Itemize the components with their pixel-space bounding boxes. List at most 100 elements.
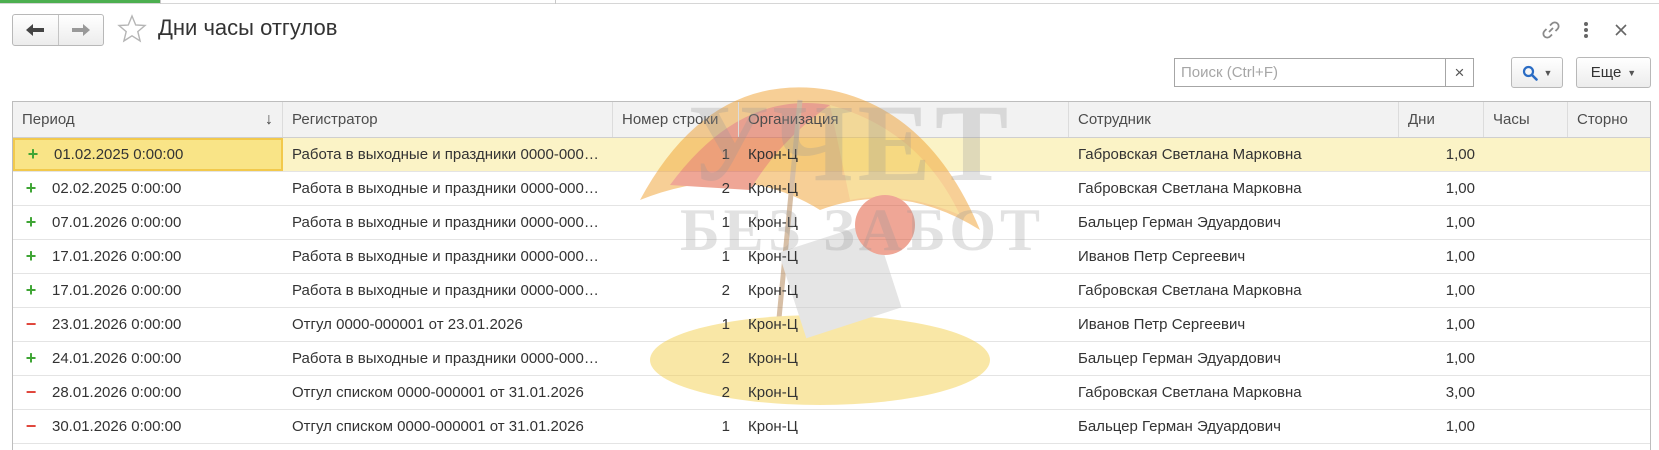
cell-hours[interactable]	[1484, 342, 1568, 375]
close-icon[interactable]	[1609, 18, 1633, 42]
search-input[interactable]	[1175, 59, 1445, 86]
cell-organization[interactable]: Крон-Ц	[739, 376, 1069, 409]
table-row[interactable]: +24.01.2026 0:00:00 Работа в выходные и п…	[13, 342, 1650, 376]
table-row[interactable]: +02.02.2025 0:00:00 Работа в выходные и п…	[13, 172, 1650, 206]
cell-employee[interactable]: Бальцер Герман Эдуардович	[1069, 206, 1399, 239]
cell-storno[interactable]	[1568, 172, 1650, 205]
table-row[interactable]: +17.01.2026 0:00:00 Работа в выходные и п…	[13, 274, 1650, 308]
cell-period[interactable]: −30.01.2026 0:00:00	[13, 410, 283, 443]
cell-hours[interactable]	[1484, 274, 1568, 307]
column-header-days[interactable]: Дни	[1399, 102, 1484, 137]
cell-period[interactable]: +01.02.2025 0:00:00	[13, 138, 283, 171]
cell-employee[interactable]: Габровская Светлана Марковна	[1069, 274, 1399, 307]
cell-registrar[interactable]: Работа в выходные и праздники 0000-00000…	[283, 206, 613, 239]
cell-organization[interactable]: Крон-Ц	[739, 172, 1069, 205]
more-vertical-icon[interactable]	[1574, 18, 1598, 42]
cell-organization[interactable]: Крон-Ц	[739, 206, 1069, 239]
cell-line-number[interactable]: 2	[613, 376, 739, 409]
cell-period[interactable]: +17.01.2026 0:00:00	[13, 274, 283, 307]
cell-line-number[interactable]: 1	[613, 308, 739, 341]
cell-storno[interactable]	[1568, 308, 1650, 341]
column-header-line-number[interactable]: Номер строки	[613, 102, 739, 137]
cell-hours[interactable]	[1484, 172, 1568, 205]
cell-line-number[interactable]: 2	[613, 274, 739, 307]
cell-employee[interactable]: Габровская Светлана Марковна	[1069, 376, 1399, 409]
cell-hours[interactable]	[1484, 240, 1568, 273]
cell-line-number[interactable]: 2	[613, 342, 739, 375]
cell-line-number[interactable]: 1	[613, 138, 739, 171]
star-icon[interactable]	[117, 14, 147, 44]
cell-organization[interactable]: Крон-Ц	[739, 274, 1069, 307]
cell-days[interactable]: 1,00	[1399, 206, 1484, 239]
column-header-organization[interactable]: Организация	[739, 102, 1069, 137]
find-button[interactable]: ▼	[1511, 57, 1563, 88]
table-row[interactable]: −23.01.2026 0:00:00 Отгул 0000-000001 от …	[13, 308, 1650, 342]
cell-storno[interactable]	[1568, 138, 1650, 171]
cell-organization[interactable]: Крон-Ц	[739, 138, 1069, 171]
cell-registrar[interactable]: Работа в выходные и праздники 0000-00000…	[283, 342, 613, 375]
column-header-storno[interactable]: Сторно	[1568, 102, 1650, 137]
cell-days[interactable]: 1,00	[1399, 172, 1484, 205]
cell-organization[interactable]: Крон-Ц	[739, 240, 1069, 273]
cell-hours[interactable]	[1484, 410, 1568, 443]
cell-hours[interactable]	[1484, 308, 1568, 341]
cell-organization[interactable]: Крон-Ц	[739, 308, 1069, 341]
cell-storno[interactable]	[1568, 376, 1650, 409]
cell-employee[interactable]: Иванов Петр Сергеевич	[1069, 308, 1399, 341]
cell-hours[interactable]	[1484, 376, 1568, 409]
table-row[interactable]: +07.01.2026 0:00:00 Работа в выходные и п…	[13, 206, 1650, 240]
cell-line-number[interactable]: 1	[613, 410, 739, 443]
cell-storno[interactable]	[1568, 240, 1650, 273]
table-row[interactable]: +17.01.2026 0:00:00 Работа в выходные и п…	[13, 240, 1650, 274]
cell-days[interactable]: 1,00	[1399, 308, 1484, 341]
cell-period[interactable]: −23.01.2026 0:00:00	[13, 308, 283, 341]
cell-period[interactable]: +24.01.2026 0:00:00	[13, 342, 283, 375]
cell-days[interactable]: 1,00	[1399, 410, 1484, 443]
back-button[interactable]	[13, 15, 58, 45]
cell-days[interactable]: 1,00	[1399, 274, 1484, 307]
cell-employee[interactable]: Иванов Петр Сергеевич	[1069, 240, 1399, 273]
cell-storno[interactable]	[1568, 410, 1650, 443]
cell-hours[interactable]	[1484, 206, 1568, 239]
cell-line-number[interactable]: 2	[613, 172, 739, 205]
forward-button[interactable]	[57, 15, 103, 45]
cell-registrar[interactable]: Работа в выходные и праздники 0000-00000…	[283, 172, 613, 205]
search-clear-button[interactable]: ×	[1445, 59, 1473, 86]
cell-period[interactable]: +02.02.2025 0:00:00	[13, 172, 283, 205]
column-header-hours[interactable]: Часы	[1484, 102, 1568, 137]
cell-line-number[interactable]: 1	[613, 240, 739, 273]
table-row[interactable]: +01.02.2025 0:00:00 Работа в выходные и п…	[13, 138, 1650, 172]
more-button-label: Еще	[1590, 64, 1622, 81]
cell-period[interactable]: +07.01.2026 0:00:00	[13, 206, 283, 239]
column-header-period[interactable]: Период ↓	[13, 102, 283, 137]
cell-employee[interactable]: Бальцер Герман Эдуардович	[1069, 410, 1399, 443]
cell-registrar[interactable]: Работа в выходные и праздники 0000-00000…	[283, 274, 613, 307]
column-header-employee[interactable]: Сотрудник	[1069, 102, 1399, 137]
cell-hours[interactable]	[1484, 138, 1568, 171]
cell-storno[interactable]	[1568, 342, 1650, 375]
cell-registrar[interactable]: Отгул списком 0000-000001 от 31.01.2026	[283, 376, 613, 409]
table-row[interactable]: −28.01.2026 0:00:00 Отгул списком 0000-00…	[13, 376, 1650, 410]
cell-registrar[interactable]: Работа в выходные и праздники 0000-00000…	[283, 240, 613, 273]
cell-days[interactable]: 1,00	[1399, 138, 1484, 171]
cell-days[interactable]: 3,00	[1399, 376, 1484, 409]
cell-organization[interactable]: Крон-Ц	[739, 342, 1069, 375]
cell-employee[interactable]: Габровская Светлана Марковна	[1069, 138, 1399, 171]
cell-period[interactable]: −28.01.2026 0:00:00	[13, 376, 283, 409]
cell-organization[interactable]: Крон-Ц	[739, 410, 1069, 443]
column-header-registrar[interactable]: Регистратор	[283, 102, 613, 137]
cell-employee[interactable]: Габровская Светлана Марковна	[1069, 172, 1399, 205]
cell-registrar[interactable]: Отгул 0000-000001 от 23.01.2026	[283, 308, 613, 341]
cell-employee[interactable]: Бальцер Герман Эдуардович	[1069, 342, 1399, 375]
cell-days[interactable]: 1,00	[1399, 342, 1484, 375]
link-icon[interactable]	[1539, 18, 1563, 42]
cell-registrar[interactable]: Отгул списком 0000-000001 от 31.01.2026	[283, 410, 613, 443]
cell-line-number[interactable]: 1	[613, 206, 739, 239]
cell-days[interactable]: 1,00	[1399, 240, 1484, 273]
cell-storno[interactable]	[1568, 206, 1650, 239]
cell-storno[interactable]	[1568, 274, 1650, 307]
more-button[interactable]: Еще ▼	[1576, 57, 1651, 88]
cell-registrar[interactable]: Работа в выходные и праздники 0000-00000…	[283, 138, 613, 171]
table-row[interactable]: −30.01.2026 0:00:00 Отгул списком 0000-00…	[13, 410, 1650, 444]
cell-period[interactable]: +17.01.2026 0:00:00	[13, 240, 283, 273]
